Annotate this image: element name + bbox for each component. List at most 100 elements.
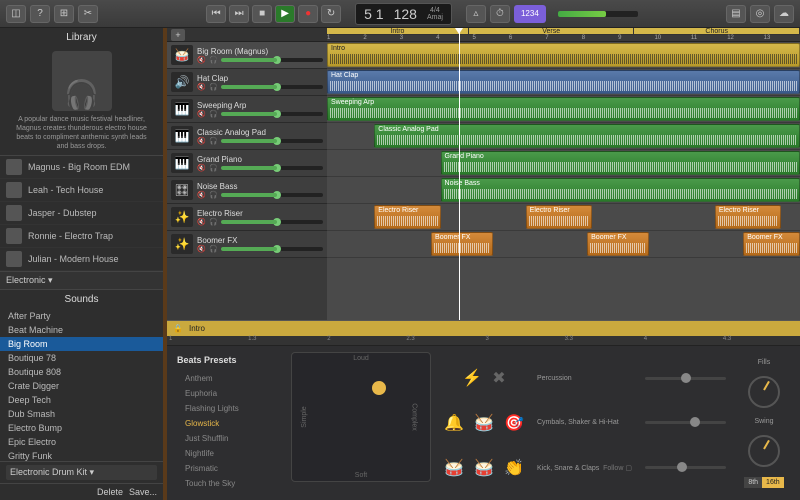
volume-slider[interactable] [221,247,323,251]
mute-icon[interactable]: 🔇 [197,83,207,91]
mute-icon[interactable]: 🔇 [197,110,207,118]
scissors-icon[interactable]: ✂ [78,5,98,23]
sound-item[interactable]: Beat Machine [0,323,163,337]
playhead[interactable] [459,28,460,320]
drummer-list-item[interactable]: Julian - Modern House [0,248,163,271]
media-icon[interactable]: ☁ [774,5,794,23]
drum-part-icon[interactable]: 🥁 [474,413,494,433]
volume-slider[interactable] [221,58,323,62]
region[interactable]: Intro [327,43,800,67]
sound-item[interactable]: Dub Smash [0,407,163,421]
quickhelp-icon[interactable]: ? [30,5,50,23]
solo-icon[interactable]: 🎧 [209,191,219,199]
preset-item[interactable]: Anthem [179,371,277,386]
solo-icon[interactable]: 🎧 [209,83,219,91]
preset-item[interactable]: Touch the Sky [179,476,277,491]
region[interactable]: Grand Piano [441,151,800,175]
sound-item[interactable]: Big Room [0,337,163,351]
loops-icon[interactable]: ◎ [750,5,770,23]
sound-item[interactable]: Electro Bump [0,421,163,435]
track-header[interactable]: 🔊Hat Clap🔇🎧 [167,69,327,96]
sound-item[interactable]: Crate Digger [0,379,163,393]
track-header[interactable]: 🥁Big Room (Magnus)🔇🎧 [167,42,327,69]
volume-slider[interactable] [221,166,323,170]
add-track-button[interactable]: + [171,29,185,41]
region[interactable]: Electro Riser [374,205,440,229]
master-volume[interactable] [558,11,638,17]
drum-part-icon[interactable]: 🥁 [474,458,494,478]
region[interactable]: Boomer FX [587,232,648,256]
region[interactable]: Boomer FX [431,232,492,256]
notepad-icon[interactable]: ▤ [726,5,746,23]
drummer-list-item[interactable]: Leah - Tech House [0,179,163,202]
drum-part-icon[interactable]: 🔔 [444,413,464,433]
preset-item[interactable]: Just Shufflin [179,431,277,446]
play-icon[interactable]: ▶ [275,5,295,23]
track-header[interactable]: ✨Boomer FX🔇🎧 [167,231,327,258]
mute-icon[interactable]: 🔇 [197,56,207,64]
track-header[interactable]: 🎹Classic Analog Pad🔇🎧 [167,123,327,150]
preset-item[interactable]: Glowstick [179,416,277,431]
preset-item[interactable]: Prismatic [179,461,277,476]
sound-item[interactable]: Boutique 808 [0,365,163,379]
region-lock-icon[interactable]: 🔒 [173,324,183,333]
cycle-icon[interactable]: ↻ [321,5,341,23]
region[interactable]: Classic Analog Pad [374,124,800,148]
drummer-list-item[interactable]: Magnus - Big Room EDM [0,156,163,179]
drum-part-icon[interactable]: 🎯 [504,413,524,433]
volume-slider[interactable] [221,85,323,89]
volume-slider[interactable] [221,193,323,197]
mute-icon[interactable]: 🔇 [197,245,207,253]
region[interactable]: Sweeping Arp [327,97,800,121]
sound-item[interactable]: Gritty Funk [0,449,163,461]
region[interactable]: Electro Riser [715,205,781,229]
arrangement-marker[interactable]: Verse [469,28,635,34]
sound-item[interactable]: Deep Tech [0,393,163,407]
kit-select[interactable]: Electronic Drum Kit ▾ [6,465,157,480]
mute-icon[interactable]: 🔇 [197,218,207,226]
preset-item[interactable]: Euphoria [179,386,277,401]
solo-icon[interactable]: 🎧 [209,218,219,226]
volume-slider[interactable] [221,220,323,224]
lcd-display[interactable]: 5 1 128 4/4Amaj [355,3,452,25]
mute-icon[interactable]: 🔇 [197,191,207,199]
chord-display[interactable]: 1234 [514,5,546,23]
region[interactable]: Noise Bass [441,178,800,202]
preset-item[interactable]: Nightlife [179,446,277,461]
save-button[interactable]: Save... [129,487,157,497]
stop-icon[interactable]: ■ [252,5,272,23]
solo-icon[interactable]: 🎧 [209,110,219,118]
drum-part-icon[interactable]: ✖ [492,368,505,388]
metronome-icon[interactable]: ▵ [466,5,486,23]
drummer-list-item[interactable]: Jasper - Dubstep [0,202,163,225]
drum-part-icon[interactable]: 🥁 [444,458,464,478]
swing-resolution[interactable]: 8th16th [744,477,783,488]
track-header[interactable]: 🎹Sweeping Arp🔇🎧 [167,96,327,123]
region[interactable]: Electro Riser [526,205,592,229]
drummer-list-item[interactable]: Ronnie - Electro Trap [0,225,163,248]
category-select[interactable]: Electronic ▾ [0,271,163,290]
mute-icon[interactable]: 🔇 [197,137,207,145]
drum-part-icon[interactable]: ⚡ [462,368,482,388]
mute-icon[interactable]: 🔇 [197,164,207,172]
sound-item[interactable]: Epic Electro [0,435,163,449]
xy-pad[interactable]: Loud Soft Simple Complex [291,352,431,482]
rewind-icon[interactable]: ⏮ [206,5,226,23]
track-header[interactable]: 🎹Grand Piano🔇🎧 [167,150,327,177]
drum-part-icon[interactable]: 👏 [504,458,524,478]
track-header[interactable]: 🎛Noise Bass🔇🎧 [167,177,327,204]
delete-button[interactable]: Delete [97,487,123,497]
track-header[interactable]: ✨Electro Riser🔇🎧 [167,204,327,231]
solo-icon[interactable]: 🎧 [209,164,219,172]
library-toggle-icon[interactable]: ◫ [6,5,26,23]
complexity-slider[interactable] [645,421,726,424]
sound-item[interactable]: After Party [0,309,163,323]
arrangement-marker[interactable]: Intro [327,28,469,34]
solo-icon[interactable]: 🎧 [209,245,219,253]
xy-handle[interactable] [372,381,386,395]
complexity-slider[interactable] [645,377,726,380]
region[interactable]: Hat Clap [327,70,800,94]
countin-icon[interactable]: ⏱ [490,5,510,23]
region[interactable]: Boomer FX [743,232,800,256]
arrangement-marker[interactable]: Chorus [634,28,800,34]
